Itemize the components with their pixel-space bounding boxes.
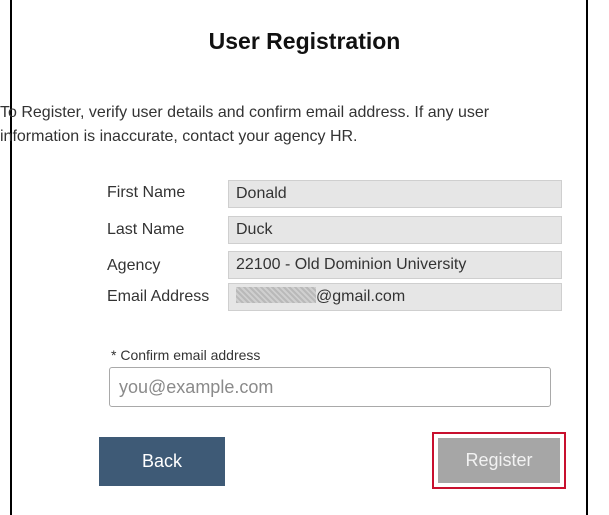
email-domain: @gmail.com	[316, 288, 406, 305]
intro-text: To Register, verify user details and con…	[0, 101, 600, 149]
first-name-value: Donald	[228, 180, 562, 208]
agency-label: Agency	[107, 257, 161, 274]
last-name-label: Last Name	[107, 221, 185, 238]
page-title: User Registration	[208, 28, 401, 54]
intro-line-2: information is inaccurate, contact your …	[0, 128, 358, 145]
email-address-label: Email Address	[107, 288, 210, 305]
redacted-email-username	[236, 287, 316, 304]
register-button[interactable]: Register	[438, 438, 560, 483]
confirm-email-label: * Confirm email address	[111, 347, 261, 363]
email-address-value: @gmail.com	[228, 283, 562, 311]
last-name-value: Duck	[228, 216, 562, 244]
agency-value: 22100 - Old Dominion University	[228, 251, 562, 279]
back-button[interactable]: Back	[99, 437, 225, 486]
intro-line-1: To Register, verify user details and con…	[0, 104, 490, 121]
first-name-label: First Name	[107, 184, 186, 201]
confirm-email-input[interactable]	[109, 367, 551, 407]
